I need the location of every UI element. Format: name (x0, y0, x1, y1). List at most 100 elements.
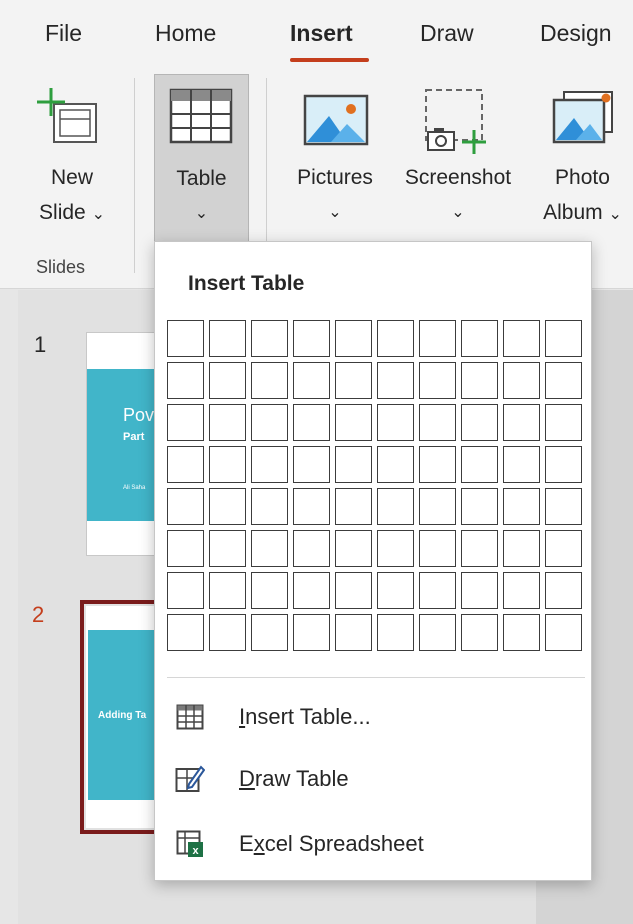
table-grid-cell[interactable] (167, 362, 204, 399)
table-grid-cell[interactable] (419, 488, 456, 525)
table-grid-cell[interactable] (335, 362, 372, 399)
table-grid-cell[interactable] (419, 530, 456, 567)
table-grid-cell[interactable] (251, 320, 288, 357)
table-grid-cell[interactable] (545, 488, 582, 525)
table-grid-cell[interactable] (209, 362, 246, 399)
active-tab-indicator (290, 58, 369, 62)
table-grid-cell[interactable] (503, 572, 540, 609)
table-grid-cell[interactable] (251, 572, 288, 609)
table-grid-cell[interactable] (461, 446, 498, 483)
table-grid-cell[interactable] (461, 572, 498, 609)
table-grid-cell[interactable] (167, 488, 204, 525)
table-grid-cell[interactable] (503, 320, 540, 357)
table-grid-cell[interactable] (545, 572, 582, 609)
photo-album-button[interactable]: Photo Album ⌄ (532, 74, 633, 245)
table-grid-cell[interactable] (167, 614, 204, 651)
new-slide-button[interactable]: New Slide ⌄ (18, 74, 126, 245)
table-grid-cell[interactable] (419, 362, 456, 399)
table-grid-cell[interactable] (335, 488, 372, 525)
table-grid-cell[interactable] (461, 320, 498, 357)
table-grid-cell[interactable] (419, 404, 456, 441)
tab-draw[interactable]: Draw (420, 20, 474, 47)
table-grid-cell[interactable] (293, 446, 330, 483)
table-grid-cell[interactable] (209, 488, 246, 525)
table-grid-cell[interactable] (251, 530, 288, 567)
table-grid-cell[interactable] (503, 404, 540, 441)
table-grid-cell[interactable] (167, 320, 204, 357)
table-grid-cell[interactable] (545, 446, 582, 483)
insert-table-menu-item[interactable]: Insert Table... (175, 694, 575, 740)
table-grid-cell[interactable] (335, 530, 372, 567)
pictures-button[interactable]: Pictures ⌄ (285, 74, 385, 245)
tab-insert[interactable]: Insert (290, 20, 353, 47)
table-grid-cell[interactable] (461, 362, 498, 399)
table-grid-cell[interactable] (251, 446, 288, 483)
table-grid-cell[interactable] (335, 572, 372, 609)
table-grid-cell[interactable] (293, 614, 330, 651)
tab-file[interactable]: File (45, 20, 82, 47)
new-slide-icon (37, 88, 97, 143)
table-grid-cell[interactable] (209, 404, 246, 441)
table-grid-cell[interactable] (251, 362, 288, 399)
table-grid-cell[interactable] (293, 530, 330, 567)
table-grid-cell[interactable] (503, 362, 540, 399)
table-grid-cell[interactable] (503, 446, 540, 483)
table-grid-cell[interactable] (293, 572, 330, 609)
table-grid-cell[interactable] (209, 320, 246, 357)
table-grid-cell[interactable] (545, 362, 582, 399)
table-grid-cell[interactable] (545, 404, 582, 441)
table-grid-cell[interactable] (377, 488, 414, 525)
screenshot-button[interactable]: Screenshot ⌄ (388, 74, 528, 245)
chevron-down-icon: ⌄ (608, 206, 622, 223)
table-grid-cell[interactable] (377, 530, 414, 567)
table-grid-cell[interactable] (461, 614, 498, 651)
table-grid-cell[interactable] (377, 446, 414, 483)
table-grid-cell[interactable] (335, 404, 372, 441)
table-grid-cell[interactable] (251, 614, 288, 651)
menu-label-post: nsert Table... (245, 704, 371, 729)
table-grid-cell[interactable] (377, 614, 414, 651)
table-grid-cell[interactable] (419, 320, 456, 357)
table-grid-cell[interactable] (335, 446, 372, 483)
table-grid-cell[interactable] (209, 530, 246, 567)
table-grid-cell[interactable] (461, 530, 498, 567)
table-grid-cell[interactable] (419, 572, 456, 609)
table-grid-cell[interactable] (419, 614, 456, 651)
table-icon (169, 88, 233, 144)
table-grid-cell[interactable] (419, 446, 456, 483)
table-grid-cell[interactable] (461, 404, 498, 441)
table-grid-cell[interactable] (545, 614, 582, 651)
table-grid-cell[interactable] (545, 530, 582, 567)
table-grid-cell[interactable] (167, 572, 204, 609)
table-grid-cell[interactable] (167, 446, 204, 483)
table-grid-cell[interactable] (251, 404, 288, 441)
table-button[interactable]: Table ⌄ (154, 74, 249, 245)
table-grid-cell[interactable] (461, 488, 498, 525)
tab-design[interactable]: Design (540, 20, 612, 47)
table-grid-cell[interactable] (377, 404, 414, 441)
table-grid-cell[interactable] (209, 614, 246, 651)
tab-home[interactable]: Home (155, 20, 216, 47)
table-grid-icon (175, 702, 205, 732)
table-grid-cell[interactable] (167, 404, 204, 441)
table-grid-cell[interactable] (209, 446, 246, 483)
table-grid-cell[interactable] (293, 362, 330, 399)
excel-spreadsheet-menu-item[interactable]: x Excel Spreadsheet (175, 821, 575, 867)
table-grid-cell[interactable] (503, 530, 540, 567)
table-grid-cell[interactable] (293, 488, 330, 525)
table-grid-cell[interactable] (503, 488, 540, 525)
table-grid-cell[interactable] (377, 572, 414, 609)
table-grid-cell[interactable] (293, 404, 330, 441)
table-grid-cell[interactable] (545, 320, 582, 357)
table-grid-cell[interactable] (209, 572, 246, 609)
table-grid-cell[interactable] (293, 320, 330, 357)
svg-text:x: x (192, 845, 199, 857)
table-grid-cell[interactable] (503, 614, 540, 651)
table-grid-cell[interactable] (377, 320, 414, 357)
table-grid-cell[interactable] (335, 614, 372, 651)
table-grid-cell[interactable] (167, 530, 204, 567)
table-grid-cell[interactable] (335, 320, 372, 357)
table-grid-cell[interactable] (377, 362, 414, 399)
table-grid-cell[interactable] (251, 488, 288, 525)
draw-table-menu-item[interactable]: Draw Table (175, 756, 575, 802)
